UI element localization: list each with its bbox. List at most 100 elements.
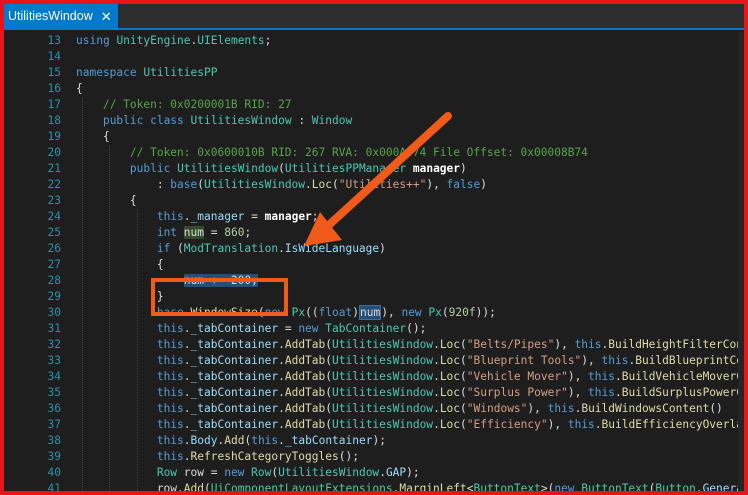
code-token: UtilitiesWindow <box>332 370 434 383</box>
line-code: this._tabContainer.AddTab(UtilitiesWindo… <box>76 337 744 353</box>
line-number: 15 <box>47 66 61 79</box>
code-token: new <box>554 482 575 491</box>
line-number: 39 <box>47 450 61 463</box>
line-number: 31 <box>47 322 61 335</box>
code-token: RefreshCategoryToggles <box>190 450 339 463</box>
code-token: { <box>76 258 164 271</box>
code-token: num <box>359 305 382 320</box>
code-token: ); <box>372 434 386 447</box>
code-token: public <box>129 162 171 175</box>
line-code: this.Body.Add(this._tabContainer); <box>76 433 386 449</box>
code-token: . <box>278 354 285 367</box>
line-number: 27 <box>47 258 61 271</box>
line-code: this._tabContainer = new TabContainer(); <box>76 321 427 337</box>
code-token: _manager <box>190 210 245 223</box>
code-token: ( <box>204 482 211 491</box>
code-token: _tabContainer <box>284 434 373 447</box>
code-token: new <box>401 306 422 319</box>
code-token: new <box>298 322 319 335</box>
code-token: ; <box>244 226 252 239</box>
code-token: ), <box>426 178 447 191</box>
code-token: ), <box>554 338 575 351</box>
line-number: 23 <box>47 194 61 207</box>
line-number: 29 <box>47 290 61 303</box>
code-token: BuildEfficiencyOverlay <box>601 418 744 431</box>
line-number: 34 <box>47 370 61 383</box>
code-token: UtilitiesWindow <box>177 162 279 175</box>
code-token: Loc <box>439 418 461 431</box>
line-number: 21 <box>47 162 61 175</box>
vertical-scrollbar[interactable] <box>738 32 744 491</box>
tab-label: UtilitiesWindow <box>8 9 93 23</box>
code-token: . <box>433 354 440 367</box>
code-token: ( <box>460 338 467 351</box>
line-code: this._manager = manager; <box>76 209 319 225</box>
code-token: = <box>278 322 299 335</box>
code-token: // Token: 0x0200001B RID: 27 <box>102 98 292 111</box>
code-token: Loc <box>311 178 333 191</box>
code-token: ), <box>527 402 548 415</box>
close-icon[interactable]: ✕ <box>101 10 112 23</box>
code-token: ) <box>460 162 467 175</box>
code-token: . <box>278 434 285 447</box>
code-token: this <box>567 418 595 431</box>
code-token: _tabContainer <box>190 418 279 431</box>
code-token: ( <box>325 338 333 351</box>
code-token: BuildVehicleMoverContent <box>621 370 744 383</box>
code-token: . <box>183 450 191 463</box>
line-code: namespace UtilitiesPP <box>76 65 217 81</box>
code-token: UtilitiesWindow <box>332 386 434 399</box>
code-token: AddTab <box>284 338 326 351</box>
line-code: using UnityEngine.UIElements; <box>76 33 271 49</box>
code-token: AddTab <box>284 386 326 399</box>
code-token: "Surplus Power" <box>466 386 568 399</box>
code-token: Loc <box>439 354 461 367</box>
code-token: public class <box>102 114 184 127</box>
code-token: this <box>156 322 184 335</box>
code-token: (( <box>305 306 319 319</box>
code-token: this <box>156 354 184 367</box>
code-token: "Blueprint Tools" <box>466 354 582 367</box>
code-editor[interactable]: 13 using UnityEngine.UIElements; 14 15 names… <box>4 32 744 491</box>
code-token: this <box>156 434 184 447</box>
code-token: BuildWindowsContent <box>581 402 710 415</box>
code-token: this <box>156 370 184 383</box>
code-token: . <box>433 370 440 383</box>
line-number: 41 <box>47 482 61 491</box>
code-token: IsWideLanguage <box>284 242 380 255</box>
code-token: UtilitiesWindow <box>204 178 306 191</box>
code-token: ( <box>460 386 467 399</box>
code-token: GAP <box>385 466 407 479</box>
line-code: this._tabContainer.AddTab(UtilitiesWindo… <box>76 417 744 433</box>
code-token: _tabContainer <box>190 386 279 399</box>
code-token: num <box>183 226 205 239</box>
code-token: = <box>204 226 225 239</box>
code-token: . <box>183 354 191 367</box>
code-token: AddTab <box>284 370 326 383</box>
line-code: this._tabContainer.AddTab(UtilitiesWindo… <box>76 369 744 385</box>
code-token: _tabContainer <box>190 370 279 383</box>
code-token: ( <box>441 306 449 319</box>
code-token: this <box>156 338 184 351</box>
code-token: . <box>183 210 191 223</box>
tab-utilities-window[interactable]: UtilitiesWindow ✕ <box>4 4 118 28</box>
code-token: using <box>76 34 110 47</box>
code-token: ( <box>325 354 333 367</box>
code-token: ButtonText <box>581 482 649 491</box>
code-token: this <box>156 210 184 223</box>
code-token: _tabContainer <box>190 402 279 415</box>
code-token: manager <box>412 162 461 175</box>
code-token: Loc <box>439 338 461 351</box>
code-token: namespace <box>76 66 137 79</box>
line-number: 30 <box>47 306 61 319</box>
code-token: _tabContainer <box>190 322 279 335</box>
